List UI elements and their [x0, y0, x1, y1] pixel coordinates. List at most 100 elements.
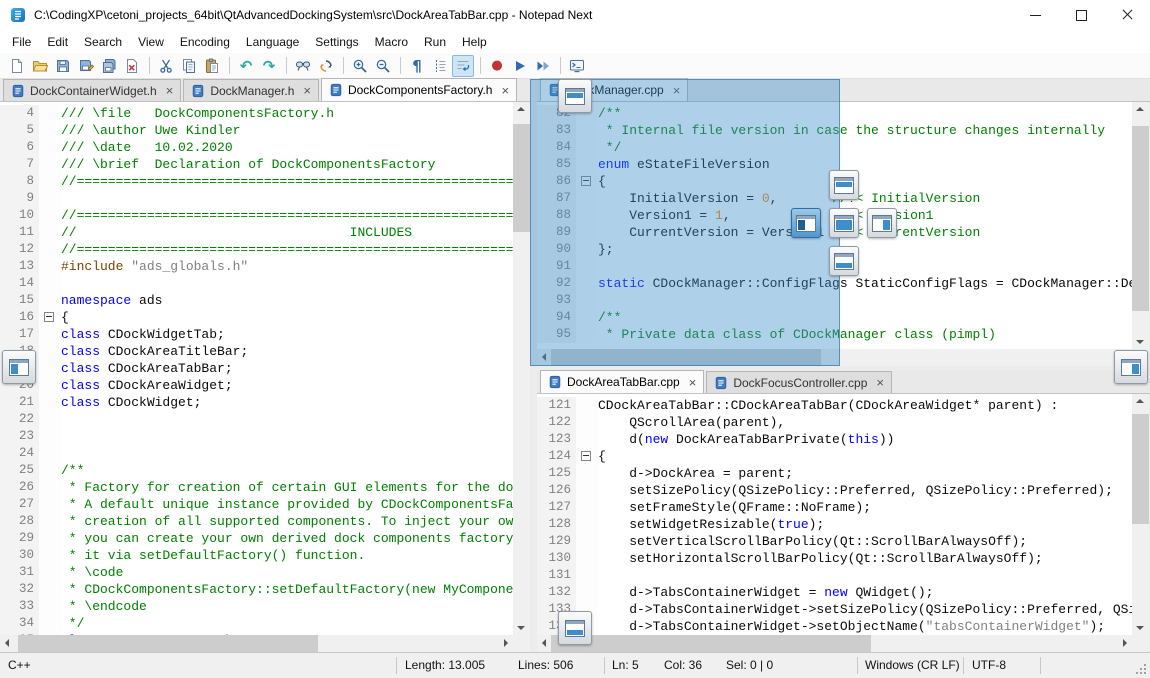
- tab-DockFocusController.cpp[interactable]: DockFocusController.cpp×: [706, 371, 892, 393]
- left-editor-hscrollbar[interactable]: [0, 635, 513, 652]
- code-text[interactable]: class CDockWidget;: [61, 394, 513, 411]
- open-file-icon[interactable]: [29, 55, 51, 77]
- code-text[interactable]: /**: [61, 462, 513, 479]
- menu-encoding[interactable]: Encoding: [172, 31, 238, 53]
- menu-run[interactable]: Run: [416, 31, 454, 53]
- bottom-right-editor-hscrollbar[interactable]: [537, 635, 1132, 652]
- code-text[interactable]: //======================================…: [61, 207, 513, 224]
- code-text[interactable]: namespace ads: [61, 292, 513, 309]
- maximize-button[interactable]: [1058, 0, 1104, 30]
- editor-left[interactable]: 4/// \file DockComponentsFactory.h5/// \…: [0, 102, 513, 635]
- word-wrap-icon[interactable]: [452, 55, 474, 77]
- resize-grip[interactable]: [1134, 662, 1148, 676]
- scroll-down-icon[interactable]: [1132, 618, 1149, 635]
- scroll-down-icon[interactable]: [1132, 332, 1149, 349]
- code-text[interactable]: d->TabsContainerWidget->setSizePolicy(QS…: [598, 601, 1132, 618]
- tab-DockContainerWidget.h[interactable]: DockContainerWidget.h×: [3, 79, 181, 101]
- save-copy-icon[interactable]: [75, 55, 97, 77]
- code-text[interactable]: * A default unique instance provided by …: [61, 496, 513, 513]
- tab-close-icon[interactable]: ×: [303, 84, 311, 97]
- code-text[interactable]: * CDockComponentsFactory::setDefaultFact…: [61, 581, 513, 598]
- close-file-icon[interactable]: [121, 55, 143, 77]
- dock-indicator-top-icon[interactable]: [829, 170, 859, 200]
- left-editor-vscrollbar[interactable]: [513, 102, 530, 635]
- code-text[interactable]: // INCLUDES: [61, 224, 513, 241]
- code-text[interactable]: class CDockAreaTabBar;: [61, 360, 513, 377]
- menu-file[interactable]: File: [4, 31, 39, 53]
- tab-DockAreaTabBar.cpp[interactable]: DockAreaTabBar.cpp×: [540, 370, 704, 393]
- dock-indicator-center-icon[interactable]: [829, 208, 859, 238]
- top-right-editor-vscrollbar[interactable]: [1132, 102, 1149, 349]
- code-text[interactable]: CDockAreaTabBar::CDockAreaTabBar(CDockAr…: [598, 397, 1132, 414]
- scrollbar-thumb[interactable]: [513, 124, 530, 232]
- status-language[interactable]: C++: [8, 653, 31, 678]
- code-text[interactable]: * \code: [61, 564, 513, 581]
- code-text[interactable]: */: [61, 615, 513, 632]
- scroll-left-icon[interactable]: [0, 635, 17, 652]
- scroll-right-icon[interactable]: [1115, 635, 1132, 652]
- menu-help[interactable]: Help: [454, 31, 495, 53]
- show-all-characters-icon[interactable]: ¶: [406, 55, 428, 77]
- status-encoding[interactable]: UTF-8: [972, 653, 1006, 678]
- find-icon[interactable]: [292, 55, 314, 77]
- menu-macro[interactable]: Macro: [367, 31, 416, 53]
- code-text[interactable]: {: [598, 448, 1132, 465]
- tab-close-icon[interactable]: ×: [876, 376, 884, 389]
- tab-close-icon[interactable]: ×: [501, 84, 509, 97]
- undo-icon[interactable]: ↶: [235, 55, 257, 77]
- code-text[interactable]: class CDockWidgetTab;: [61, 326, 513, 343]
- code-text[interactable]: [61, 275, 513, 292]
- scrollbar-thumb[interactable]: [1132, 126, 1149, 311]
- status-eol-format[interactable]: Windows (CR LF): [865, 653, 960, 678]
- code-text[interactable]: /// \file DockComponentsFactory.h: [61, 105, 513, 122]
- fold-marker[interactable]: [39, 309, 61, 326]
- dock-indicator-bottom-icon[interactable]: [829, 246, 859, 276]
- scroll-up-icon[interactable]: [1132, 102, 1149, 119]
- menu-edit[interactable]: Edit: [39, 31, 76, 53]
- scrollbar-thumb[interactable]: [1132, 414, 1149, 524]
- code-text[interactable]: setFrameStyle(QFrame::NoFrame);: [598, 499, 1132, 516]
- code-text[interactable]: d->DockArea = parent;: [598, 465, 1132, 482]
- macro-play-icon[interactable]: [509, 55, 531, 77]
- scrollbar-thumb[interactable]: [551, 635, 871, 652]
- code-text[interactable]: * you can create your own derived dock c…: [61, 530, 513, 547]
- zoom-out-icon[interactable]: [372, 55, 394, 77]
- tab-DockComponentsFactory.h[interactable]: DockComponentsFactory.h×: [321, 78, 517, 101]
- code-text[interactable]: {: [61, 309, 513, 326]
- code-text[interactable]: [61, 411, 513, 428]
- tab-close-icon[interactable]: ×: [166, 84, 174, 97]
- code-text[interactable]: QScrollArea(parent),: [598, 414, 1132, 431]
- save-file-icon[interactable]: [52, 55, 74, 77]
- scroll-down-icon[interactable]: [513, 618, 530, 635]
- scrollbar-thumb[interactable]: [18, 635, 318, 652]
- code-text[interactable]: d->TabsContainerWidget = new QWidget();: [598, 584, 1132, 601]
- cut-icon[interactable]: [155, 55, 177, 77]
- menu-language[interactable]: Language: [238, 31, 307, 53]
- dock-indicator-left-icon[interactable]: [791, 208, 821, 238]
- tab-DockManager.h[interactable]: DockManager.h×: [183, 79, 319, 101]
- replace-icon[interactable]: [315, 55, 337, 77]
- close-button[interactable]: [1104, 0, 1150, 30]
- terminal-icon[interactable]: [566, 55, 588, 77]
- scroll-right-icon[interactable]: [496, 635, 513, 652]
- minimize-button[interactable]: [1012, 0, 1058, 30]
- code-text[interactable]: d(new DockAreaTabBarPrivate(this)): [598, 431, 1132, 448]
- dock-edge-indicator-right-icon[interactable]: [1114, 350, 1148, 384]
- copy-icon[interactable]: [178, 55, 200, 77]
- paste-icon[interactable]: [201, 55, 223, 77]
- code-text[interactable]: /// \brief Declaration of DockComponents…: [61, 156, 513, 173]
- macro-run-multiple-icon[interactable]: [532, 55, 554, 77]
- code-text[interactable]: * Factory for creation of certain GUI el…: [61, 479, 513, 496]
- indentation-guides-icon[interactable]: [429, 55, 451, 77]
- editor-bottom-right[interactable]: 121CDockAreaTabBar::CDockAreaTabBar(CDoc…: [537, 394, 1132, 635]
- code-text[interactable]: [61, 445, 513, 462]
- new-file-icon[interactable]: [6, 55, 28, 77]
- code-text[interactable]: class CDockAreaTitleBar;: [61, 343, 513, 360]
- code-text[interactable]: setVerticalScrollBarPolicy(Qt::ScrollBar…: [598, 533, 1132, 550]
- dock-indicator-right-icon[interactable]: [867, 208, 897, 238]
- code-text[interactable]: /// \author Uwe Kindler: [61, 122, 513, 139]
- code-text[interactable]: [61, 428, 513, 445]
- tab-close-icon[interactable]: ×: [689, 376, 697, 389]
- code-text[interactable]: /// \date 10.02.2020: [61, 139, 513, 156]
- menu-settings[interactable]: Settings: [307, 31, 366, 53]
